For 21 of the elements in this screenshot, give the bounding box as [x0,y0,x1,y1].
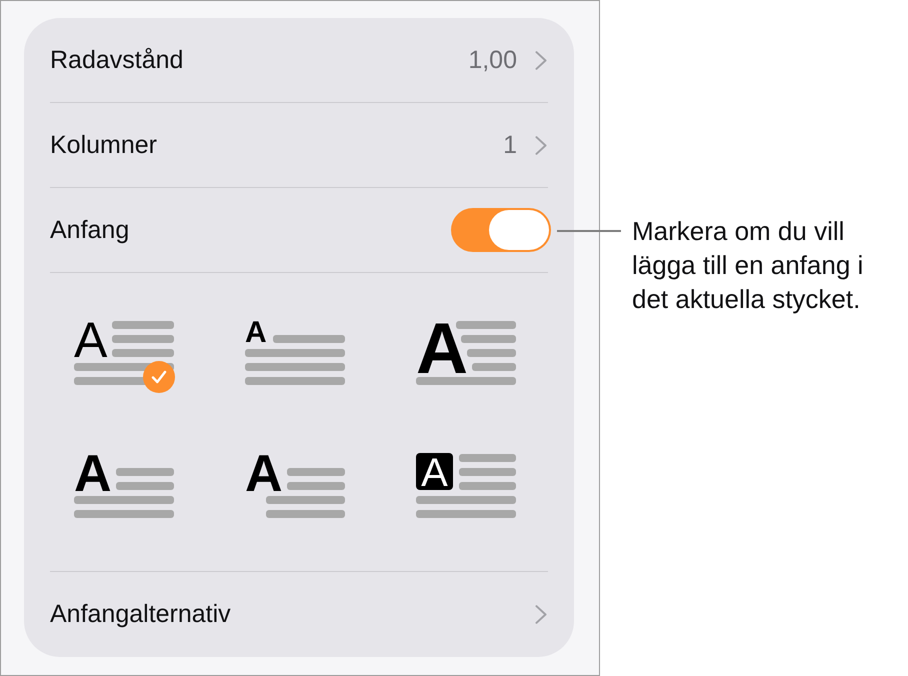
drop-cap-style-option[interactable]: A [74,453,176,527]
drop-cap-style-option[interactable]: A [245,320,347,394]
setting-label: Kolumner [50,130,157,160]
toggle-switch[interactable] [451,208,551,252]
chevron-icon[interactable] [535,136,547,154]
setting-label: Anfang [50,215,130,245]
chevron-icon[interactable] [535,604,547,624]
drop-cap-style-option[interactable]: A [416,453,518,527]
checkmark-icon [143,361,175,393]
text-lines-icon [416,454,516,518]
drop-cap-style-option[interactable]: A [245,453,347,527]
leader-line [557,230,621,232]
text-lines-icon [416,321,516,385]
setting-label: Anfangalternativ [50,599,231,629]
setting-value: 1,00 [468,45,517,75]
drop-cap-style-option[interactable]: A [416,320,518,394]
setting-value: 1 [503,130,517,160]
chevron-icon[interactable] [535,50,547,70]
callout-text: Markera om du vill lägga till en anfang i det aktuella stycket. [632,215,864,316]
drop-cap-style-option[interactable]: A [74,320,176,394]
setting-label: Radavstånd [50,45,184,75]
